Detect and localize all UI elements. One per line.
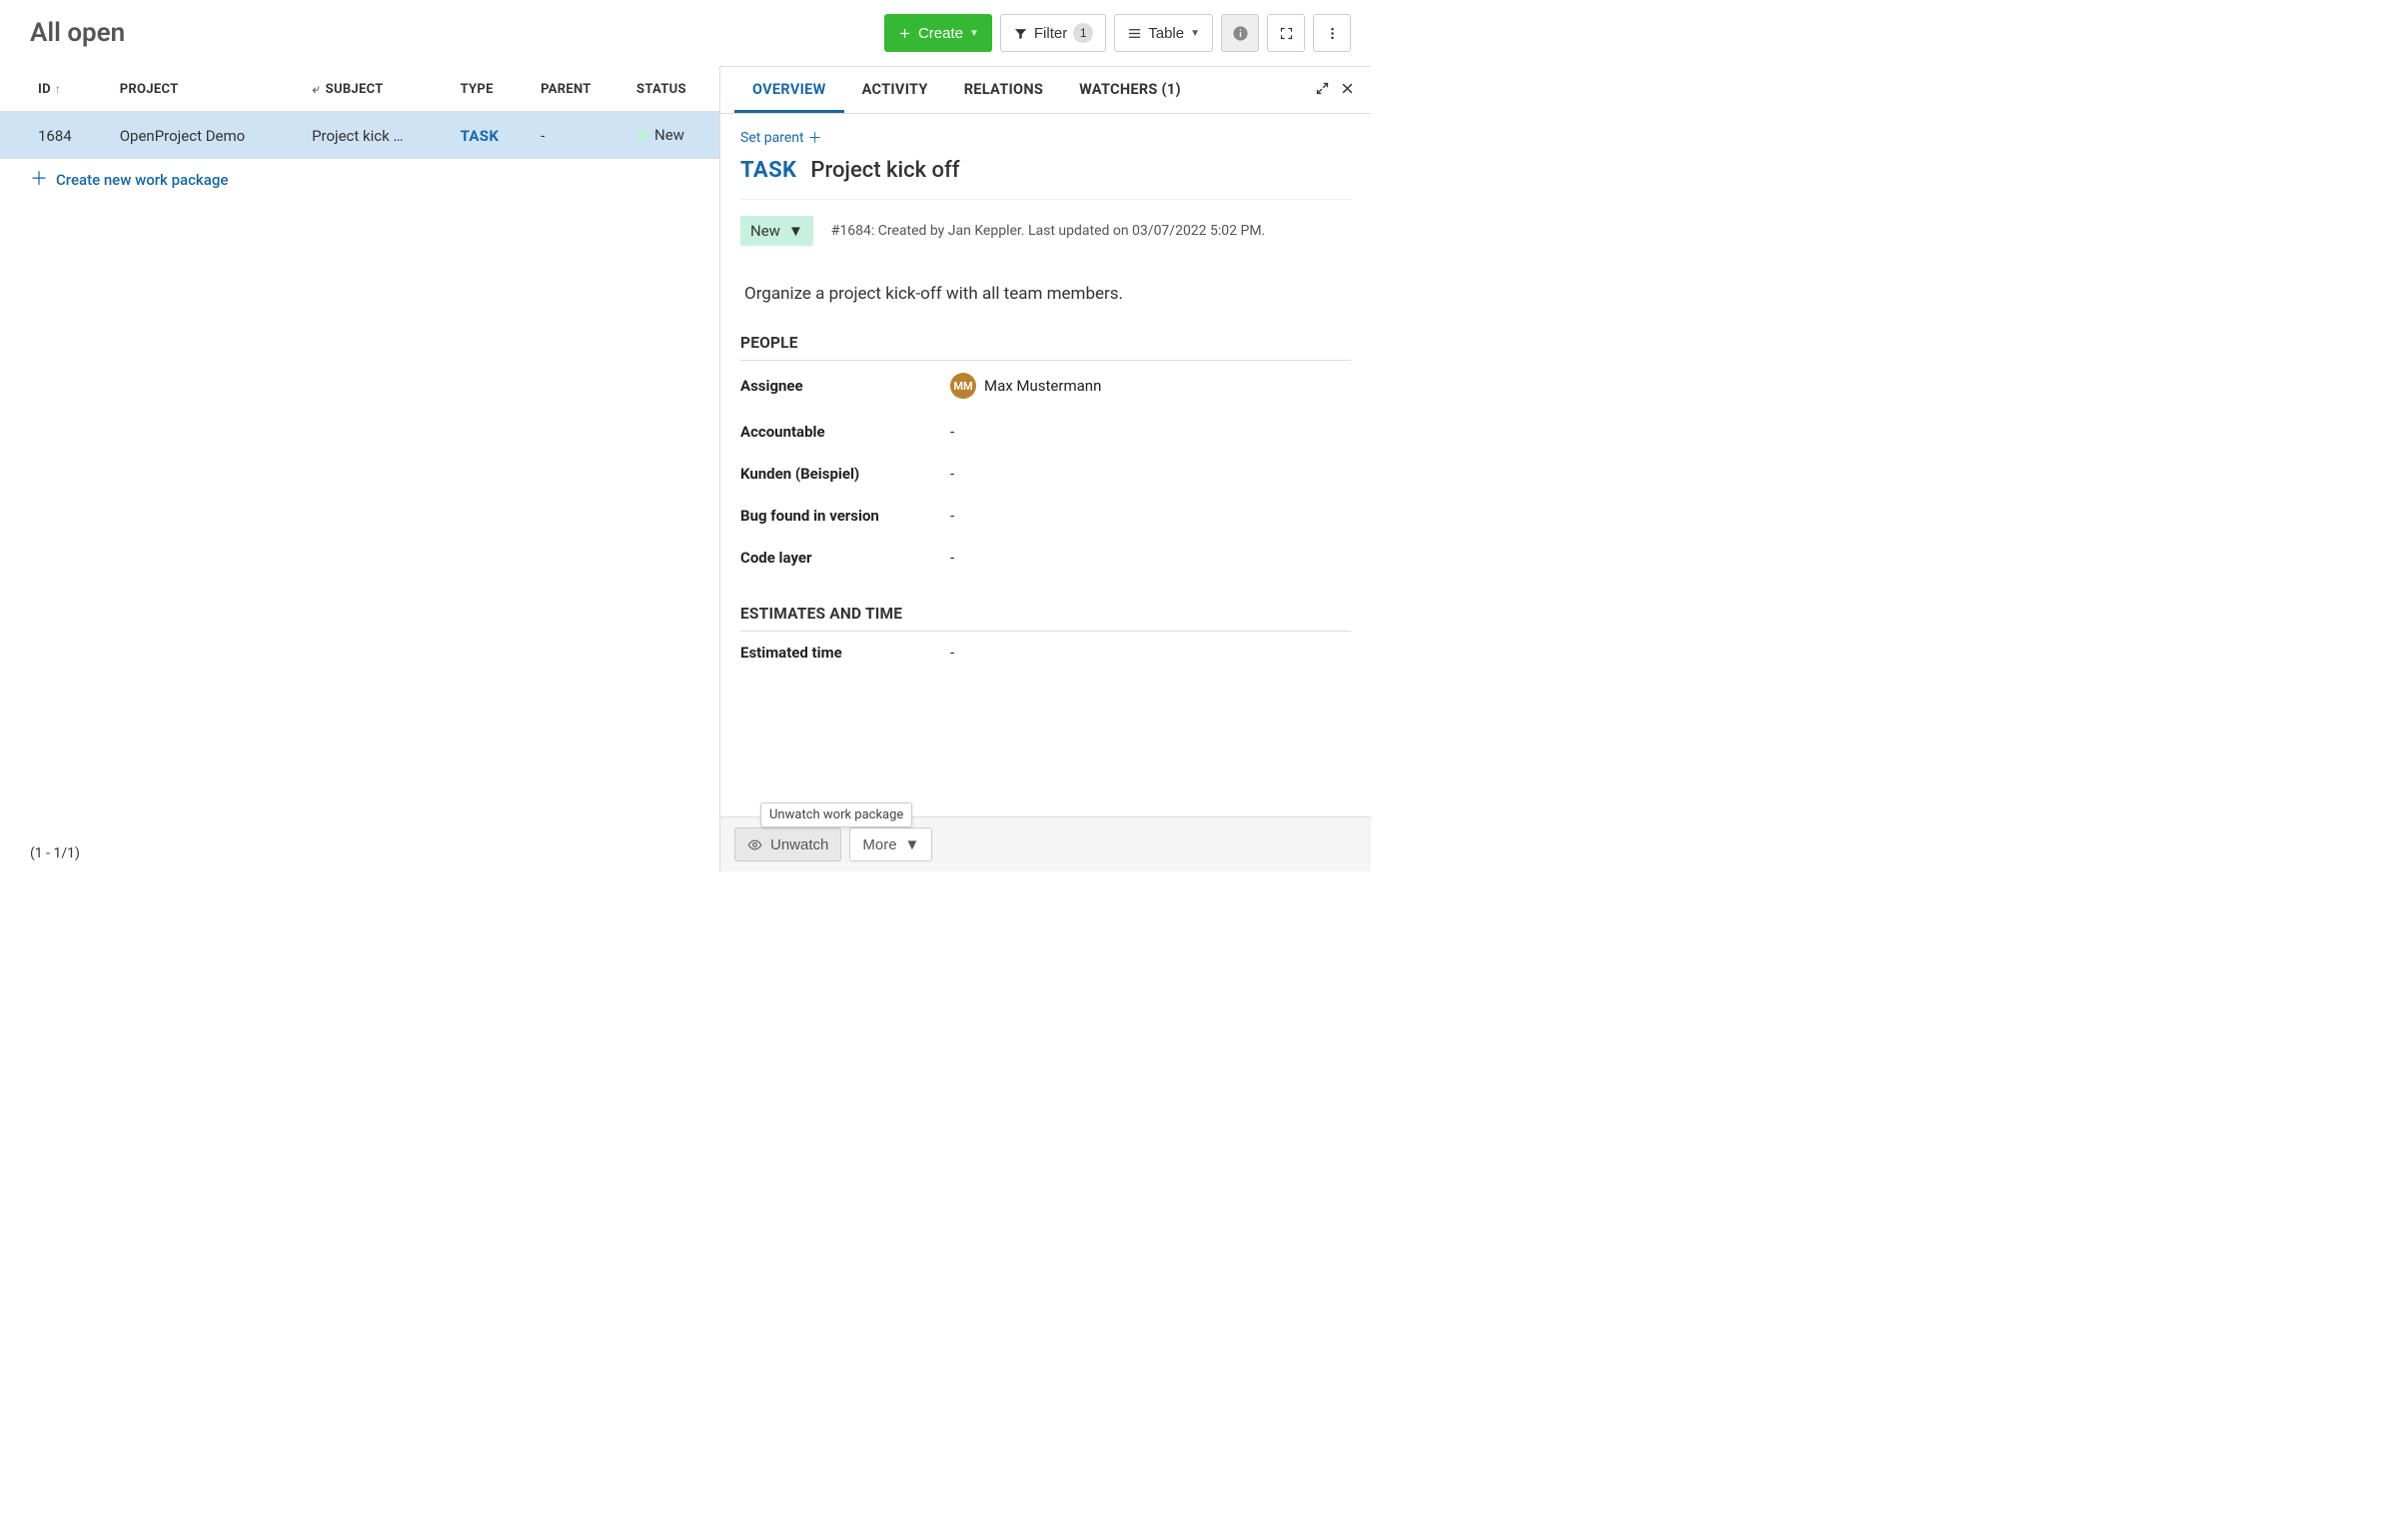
- view-mode-label: Table: [1148, 25, 1184, 42]
- tab-relations[interactable]: RELATIONS: [946, 67, 1061, 113]
- work-package-meta: #1684: Created by Jan Keppler. Last upda…: [831, 223, 1265, 239]
- tab-overview[interactable]: OVERVIEW: [734, 67, 844, 113]
- set-parent-link[interactable]: Set parent ＋: [740, 128, 822, 148]
- fullscreen-button[interactable]: [1267, 14, 1305, 52]
- close-panel-icon[interactable]: [1340, 81, 1355, 100]
- col-id-label: ID: [38, 82, 51, 97]
- tab-watchers[interactable]: WATCHERS (1): [1061, 67, 1199, 113]
- field-code-layer[interactable]: Code layer -: [740, 537, 1351, 579]
- code-layer-label: Code layer: [740, 549, 950, 567]
- plus-icon: ＋: [30, 171, 48, 189]
- create-button-label: Create: [918, 25, 963, 42]
- col-type[interactable]: TYPE: [449, 66, 530, 112]
- tab-activity[interactable]: ACTIVITY: [844, 67, 946, 113]
- expand-icon: [1279, 26, 1294, 41]
- unwatch-tooltip: Unwatch work package: [760, 802, 912, 827]
- estimated-time-value: -: [950, 644, 954, 662]
- col-parent[interactable]: PARENT: [529, 66, 624, 112]
- cell-subject: Project kick …: [300, 112, 449, 160]
- more-label: More: [862, 836, 896, 853]
- kunden-label: Kunden (Beispiel): [740, 465, 950, 483]
- status-dropdown-label: New: [750, 222, 780, 240]
- unwatch-button[interactable]: Unwatch: [734, 827, 841, 861]
- kebab-icon: [1325, 26, 1340, 41]
- field-kunden[interactable]: Kunden (Beispiel) -: [740, 453, 1351, 495]
- create-work-package-label: Create new work package: [56, 171, 228, 189]
- detail-tabs: OVERVIEW ACTIVITY RELATIONS WATCHERS (1): [720, 67, 1371, 114]
- filter-button[interactable]: Filter 1: [1000, 14, 1106, 52]
- chevron-down-icon: ▼: [905, 836, 920, 853]
- assignee-name: Max Mustermann: [984, 377, 1101, 395]
- field-accountable[interactable]: Accountable -: [740, 411, 1351, 453]
- plus-icon: ＋: [808, 128, 822, 148]
- unwatch-label: Unwatch: [770, 836, 828, 853]
- pagination-text: (1 - 1/1): [30, 845, 80, 861]
- accountable-label: Accountable: [740, 423, 950, 441]
- view-mode-button[interactable]: Table ▼: [1114, 14, 1213, 52]
- more-button[interactable]: More ▼: [849, 827, 932, 861]
- info-icon: [1232, 25, 1249, 42]
- eye-icon: [747, 837, 762, 852]
- bug-version-value: -: [950, 507, 954, 525]
- list-icon: [1127, 26, 1142, 41]
- status-dropdown[interactable]: New ▼: [740, 216, 813, 246]
- plus-icon: [897, 26, 912, 41]
- funnel-icon: [1013, 26, 1028, 41]
- chevron-down-icon: ▼: [788, 222, 803, 240]
- estimated-time-label: Estimated time: [740, 644, 950, 662]
- section-estimates-heading: ESTIMATES AND TIME: [740, 605, 1351, 632]
- field-bug-version[interactable]: Bug found in version -: [740, 495, 1351, 537]
- cell-id: 1684: [0, 112, 108, 160]
- code-layer-value: -: [950, 549, 954, 567]
- section-people-heading: PEOPLE: [740, 334, 1351, 361]
- table-header-row: ID ↑ PROJECT SUBJECT TYPE PARENT STATUS: [0, 66, 719, 112]
- sort-asc-icon: ↑: [55, 82, 61, 96]
- accountable-value: -: [950, 423, 954, 441]
- cell-status: New: [624, 112, 719, 160]
- create-button[interactable]: Create ▼: [884, 14, 992, 52]
- create-work-package-link[interactable]: ＋ Create new work package: [0, 159, 719, 201]
- work-package-table: ID ↑ PROJECT SUBJECT TYPE PARENT STATUS 1…: [0, 66, 719, 159]
- bug-version-label: Bug found in version: [740, 507, 950, 525]
- work-package-title[interactable]: Project kick off: [810, 158, 959, 183]
- cell-parent: -: [529, 112, 624, 160]
- cell-project: OpenProject Demo: [108, 112, 300, 160]
- col-subject[interactable]: SUBJECT: [300, 66, 449, 112]
- chevron-down-icon: ▼: [969, 28, 979, 39]
- kunden-value: -: [950, 465, 954, 483]
- col-subject-label: SUBJECT: [326, 82, 384, 97]
- col-status[interactable]: STATUS: [624, 66, 719, 112]
- col-id[interactable]: ID ↑: [0, 66, 108, 112]
- cell-type: TASK: [449, 112, 530, 160]
- expand-panel-icon[interactable]: [1315, 81, 1330, 100]
- set-parent-label: Set parent: [740, 130, 804, 146]
- table-row[interactable]: 1684 OpenProject Demo Project kick … TAS…: [0, 112, 719, 160]
- field-assignee[interactable]: Assignee MM Max Mustermann: [740, 361, 1351, 411]
- kebab-menu-button[interactable]: [1313, 14, 1351, 52]
- filter-button-label: Filter: [1034, 25, 1067, 42]
- hierarchy-icon: [312, 82, 326, 97]
- info-button[interactable]: [1221, 14, 1259, 52]
- work-package-description[interactable]: Organize a project kick-off with all tea…: [744, 284, 1347, 304]
- field-estimated-time[interactable]: Estimated time -: [740, 632, 1351, 674]
- work-package-type[interactable]: TASK: [740, 158, 796, 183]
- avatar: MM: [950, 373, 976, 399]
- status-dot-icon: [636, 129, 648, 141]
- col-project[interactable]: PROJECT: [108, 66, 300, 112]
- page-title: All open: [30, 18, 884, 48]
- assignee-label: Assignee: [740, 377, 950, 395]
- chevron-down-icon: ▼: [1190, 28, 1200, 39]
- filter-count-badge: 1: [1073, 23, 1093, 43]
